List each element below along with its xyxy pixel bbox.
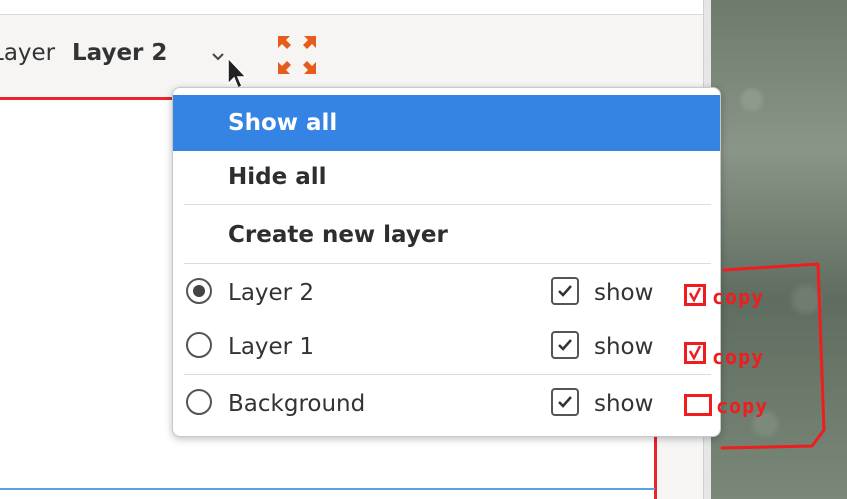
canvas-bottom-border	[0, 488, 655, 490]
layer-radio[interactable]	[186, 389, 212, 415]
copy-checkbox-annotation	[684, 342, 706, 364]
show-label: show	[594, 280, 654, 306]
layer-row-background[interactable]: Background show	[173, 376, 720, 430]
expand-arrows-icon[interactable]	[274, 33, 320, 77]
menu-separator	[184, 263, 711, 264]
check-icon	[558, 339, 572, 351]
menu-separator	[184, 374, 711, 375]
layer-label: Layer	[0, 40, 56, 66]
copy-annotation: copy	[712, 285, 765, 309]
current-layer-selector[interactable]: Layer 2	[72, 38, 167, 68]
show-label: show	[594, 391, 654, 417]
title-strip	[0, 0, 710, 15]
show-checkbox[interactable]	[551, 331, 579, 359]
copy-checkbox-annotation	[684, 284, 706, 306]
chevron-down-icon[interactable]	[210, 48, 226, 64]
menu-item-create-new-layer[interactable]: Create new layer	[173, 207, 720, 263]
layer-row-layer-2[interactable]: Layer 2 show	[173, 266, 720, 320]
copy-annotation: copy	[716, 394, 769, 418]
show-label: show	[594, 334, 654, 360]
layer-dropdown-menu: Show all Hide all Create new layer Layer…	[172, 87, 721, 437]
menu-item-show-all[interactable]: Show all	[173, 95, 720, 151]
layer-name: Background	[228, 391, 366, 417]
show-checkbox[interactable]	[551, 388, 579, 416]
copy-checkbox-annotation	[684, 394, 712, 416]
layer-radio-selected[interactable]	[186, 278, 212, 304]
layer-name: Layer 2	[228, 280, 315, 306]
copy-annotation: copy	[712, 345, 765, 369]
menu-item-hide-all[interactable]: Hide all	[173, 149, 720, 205]
layer-name: Layer 1	[228, 334, 315, 360]
layer-row-layer-1[interactable]: Layer 1 show	[173, 320, 720, 374]
show-checkbox[interactable]	[551, 277, 579, 305]
check-icon	[558, 396, 572, 408]
check-icon	[558, 285, 572, 297]
menu-separator	[184, 204, 711, 205]
layer-radio[interactable]	[186, 332, 212, 358]
